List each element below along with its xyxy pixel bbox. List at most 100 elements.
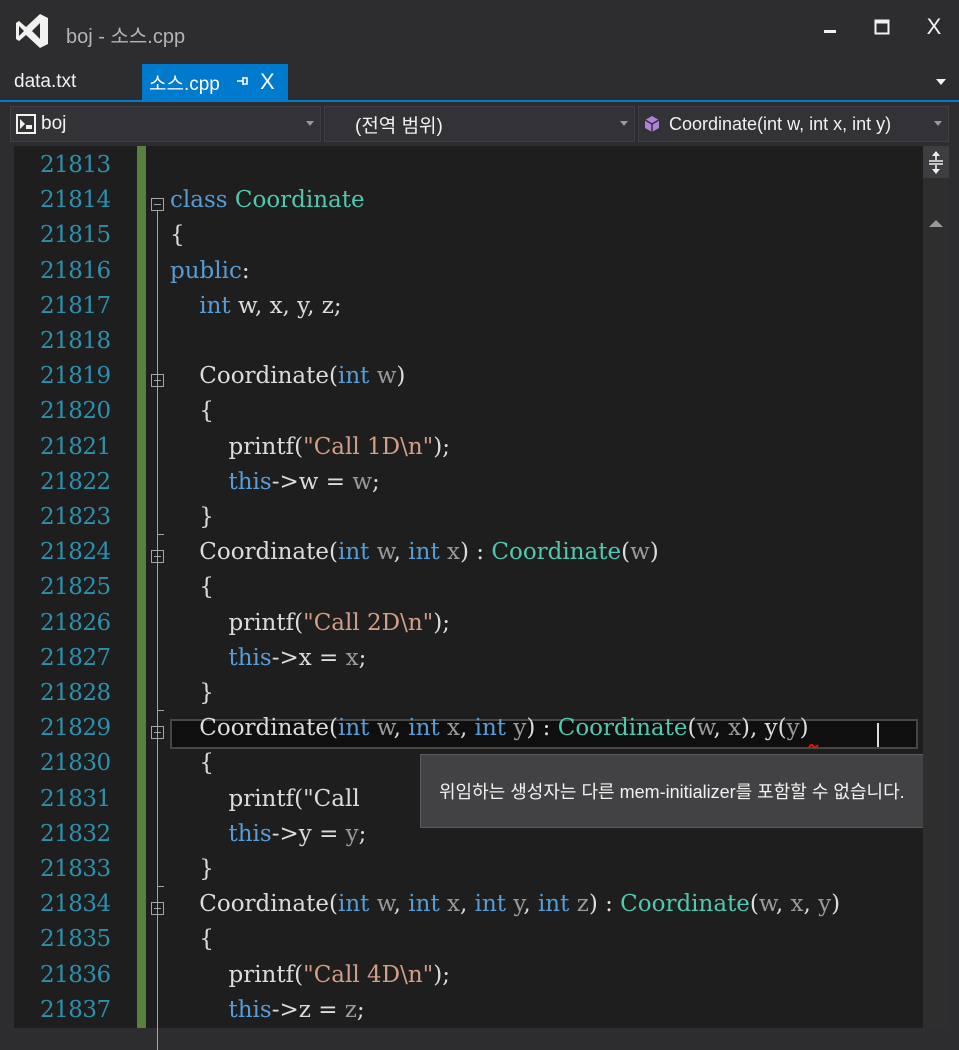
- code-token: );: [433, 433, 450, 460]
- code-token: ,: [523, 891, 538, 918]
- code-token: x: [790, 891, 804, 918]
- code-token: ,: [713, 715, 729, 742]
- code-line[interactable]: }: [170, 856, 214, 882]
- code-line[interactable]: {: [170, 222, 185, 248]
- code-editor[interactable]: 21813 21814 21815 21816 21817 21818 21819 21820…: [0, 146, 959, 1050]
- code-token: Coordinate(: [170, 715, 338, 742]
- code-line[interactable]: Coordinate(int w): [170, 363, 405, 389]
- code-token: }: [170, 504, 214, 530]
- code-line[interactable]: this->w = w;: [170, 469, 380, 495]
- code-token: Coordinate: [491, 539, 622, 566]
- text-caret: [877, 723, 879, 747]
- line-number: 21835: [40, 926, 111, 953]
- code-token: ,: [460, 891, 475, 918]
- line-number: 21830: [40, 750, 111, 777]
- member-dropdown[interactable]: Coordinate(int w, int x, int y): [638, 106, 949, 142]
- window-title: boj - 소스.cpp: [66, 26, 186, 48]
- code-token: Coordinate: [234, 187, 365, 214]
- code-token: Coordinate(: [170, 363, 338, 390]
- tab-label: 소스.cpp: [149, 73, 220, 95]
- code-line[interactable]: }: [170, 504, 214, 530]
- code-token: printf("Call: [170, 785, 368, 812]
- project-dropdown[interactable]: boj: [10, 106, 321, 142]
- code-line[interactable]: {: [170, 750, 214, 776]
- code-token: int: [337, 539, 370, 566]
- close-window-button[interactable]: X: [914, 10, 954, 44]
- code-token: w: [696, 715, 714, 742]
- code-token: ;: [372, 468, 380, 495]
- code-token: w: [376, 715, 394, 742]
- tab-data-txt[interactable]: data.txt: [0, 64, 140, 100]
- code-token: int: [199, 292, 231, 319]
- code-line[interactable]: {: [170, 926, 214, 952]
- code-line[interactable]: printf("Call 4D\n");: [170, 962, 450, 988]
- chevron-down-icon[interactable]: [935, 77, 947, 87]
- code-line[interactable]: Coordinate(int w, int x) : Coordinate(w): [170, 539, 659, 565]
- scrollbar-track[interactable]: [923, 178, 949, 1028]
- pin-icon[interactable]: [234, 73, 250, 89]
- line-number: 21818: [40, 328, 111, 354]
- code-line[interactable]: int w, x, y, z;: [170, 292, 341, 319]
- code-line[interactable]: this->x = x;: [170, 644, 367, 671]
- minimize-button[interactable]: [810, 10, 850, 44]
- scope-dropdown[interactable]: (전역 범위): [324, 106, 635, 142]
- vertical-scrollbar[interactable]: [923, 146, 949, 1028]
- code-line[interactable]: printf("Call 2D\n");: [170, 610, 450, 636]
- line-number: 21831: [40, 785, 111, 812]
- code-token: {: [170, 222, 185, 249]
- code-token: w: [376, 891, 394, 918]
- outline-end: [157, 886, 164, 887]
- code-token: {: [170, 398, 214, 425]
- code-token: "Call 4D\n": [303, 961, 434, 988]
- maximize-button[interactable]: [862, 10, 902, 44]
- visual-studio-logo-icon: [16, 14, 48, 48]
- split-handle-icon[interactable]: [926, 148, 946, 176]
- code-token: this: [228, 820, 272, 847]
- line-number: 21823: [40, 504, 111, 530]
- close-tab-icon[interactable]: X: [260, 69, 275, 95]
- code-token: ,: [803, 891, 819, 918]
- tab-source-cpp[interactable]: 소스.cpp X: [142, 64, 288, 100]
- line-number: 21826: [40, 609, 111, 636]
- code-token: ,: [775, 891, 791, 918]
- close-icon: X: [926, 14, 942, 39]
- line-number: 21828: [40, 680, 111, 706]
- code-line[interactable]: printf("Call 1D\n");: [170, 434, 450, 460]
- code-line[interactable]: {: [170, 398, 214, 424]
- code-token: w: [352, 468, 373, 495]
- code-token: ;: [358, 820, 367, 847]
- code-line[interactable]: {: [170, 574, 214, 600]
- code-token: ;: [356, 996, 365, 1023]
- code-line[interactable]: }: [170, 680, 214, 706]
- line-number: 21832: [40, 820, 111, 847]
- code-token: ,: [393, 891, 409, 918]
- collapse-region-icon[interactable]: [151, 198, 164, 212]
- code-token: ->w =: [271, 468, 353, 495]
- code-line[interactable]: Coordinate(int w, int x, int y) : Coordi…: [170, 715, 808, 742]
- code-token: {: [170, 574, 214, 601]
- code-line[interactable]: Coordinate(int w, int x, int y, int z) :…: [170, 891, 840, 917]
- code-line[interactable]: printf("Call: [170, 786, 367, 812]
- code-token: z: [576, 891, 589, 918]
- code-token: y: [345, 820, 359, 847]
- member-dropdown-label: Coordinate(int w, int x, int y): [669, 113, 892, 134]
- code-line[interactable]: public:: [170, 258, 250, 284]
- code-line[interactable]: this->y = y;: [170, 820, 367, 847]
- code-token: }: [170, 856, 214, 882]
- code-token: ->x =: [271, 644, 346, 671]
- code-token: y: [513, 891, 524, 918]
- code-line[interactable]: class Coordinate: [170, 187, 365, 213]
- code-token: ,: [460, 715, 475, 742]
- scroll-up-icon[interactable]: [929, 220, 943, 227]
- code-token: x: [447, 891, 461, 918]
- line-number: 21822: [40, 468, 111, 495]
- code-token: this: [228, 468, 272, 495]
- code-line[interactable]: this->z = z;: [170, 997, 365, 1023]
- code-token: int: [537, 891, 570, 918]
- code-token: Coordinate(: [170, 891, 338, 918]
